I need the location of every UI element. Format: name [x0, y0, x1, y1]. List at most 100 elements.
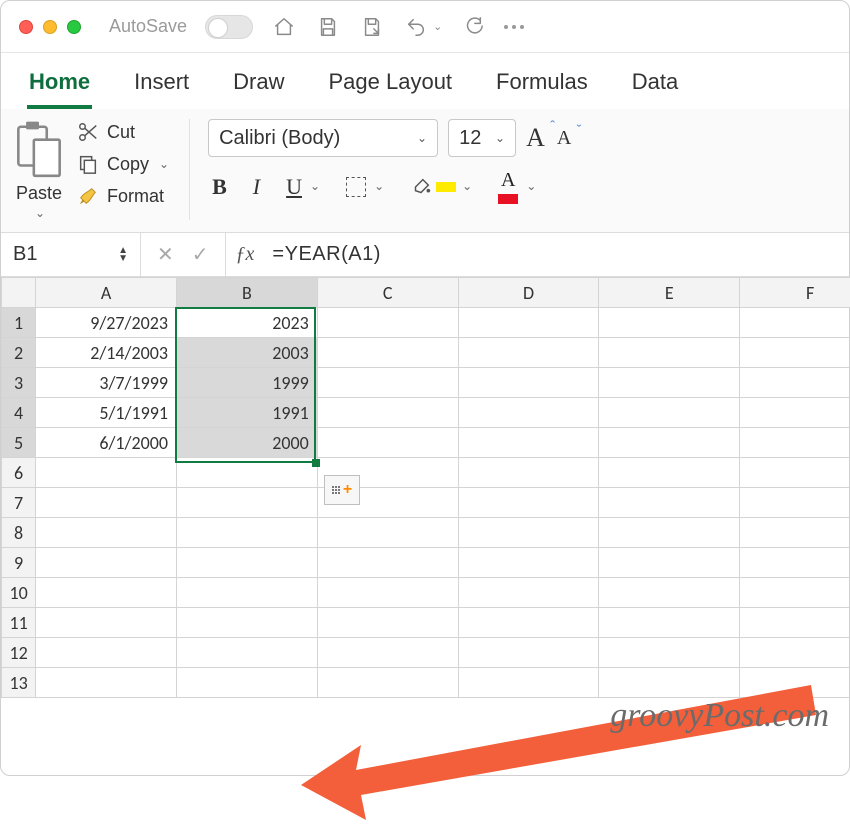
tab-home[interactable]: Home [27, 63, 92, 109]
more-commands-icon[interactable] [504, 25, 524, 29]
row-header[interactable]: 12 [2, 638, 36, 668]
decrease-font-button[interactable]: A [557, 127, 571, 150]
cell[interactable]: 2/14/2003 [36, 338, 177, 368]
cell[interactable] [36, 488, 177, 518]
home-icon[interactable] [271, 14, 297, 40]
cell[interactable] [176, 608, 317, 638]
cell[interactable]: 1999 [176, 368, 317, 398]
row-header[interactable]: 1 [2, 308, 36, 338]
cell[interactable] [458, 308, 599, 338]
cell[interactable]: 2003 [176, 338, 317, 368]
row-header[interactable]: 9 [2, 548, 36, 578]
cell[interactable] [599, 518, 740, 548]
row-header[interactable]: 8 [2, 518, 36, 548]
cell[interactable] [740, 578, 850, 608]
cell[interactable] [599, 578, 740, 608]
cell[interactable] [740, 518, 850, 548]
tab-data[interactable]: Data [630, 63, 680, 109]
cell[interactable] [317, 308, 458, 338]
fx-label[interactable]: ƒx [226, 233, 265, 276]
cell[interactable] [599, 668, 740, 698]
cell[interactable] [317, 638, 458, 668]
cell[interactable]: 3/7/1999 [36, 368, 177, 398]
cell[interactable] [176, 548, 317, 578]
format-painter-button[interactable]: Format [73, 183, 173, 209]
cell[interactable]: 5/1/1991 [36, 398, 177, 428]
cell[interactable] [176, 458, 317, 488]
cell[interactable] [740, 638, 850, 668]
row-header[interactable]: 10 [2, 578, 36, 608]
bold-button[interactable]: B [208, 172, 231, 202]
col-header-E[interactable]: E [599, 278, 740, 308]
autosave-toggle[interactable] [205, 15, 253, 39]
cell[interactable] [458, 398, 599, 428]
cell[interactable]: 9/27/2023 [36, 308, 177, 338]
cut-button[interactable]: Cut [73, 119, 173, 145]
cell[interactable] [599, 608, 740, 638]
row-header[interactable]: 13 [2, 668, 36, 698]
row-header[interactable]: 7 [2, 488, 36, 518]
copy-chevron-icon[interactable]: ⌄ [159, 157, 169, 171]
font-color-button[interactable]: A ⌄ [494, 167, 540, 206]
undo-chevron-icon[interactable]: ⌄ [433, 20, 442, 33]
cell[interactable] [317, 338, 458, 368]
tab-draw[interactable]: Draw [231, 63, 286, 109]
cell[interactable] [176, 668, 317, 698]
tab-formulas[interactable]: Formulas [494, 63, 590, 109]
cell[interactable] [458, 608, 599, 638]
autofill-options-button[interactable]: + [324, 475, 360, 505]
cell[interactable] [458, 428, 599, 458]
cell[interactable] [740, 308, 850, 338]
font-family-dropdown[interactable]: Calibri (Body) ⌄ [208, 119, 438, 157]
cell[interactable]: 1991 [176, 398, 317, 428]
cancel-formula-icon[interactable]: ✕ [157, 242, 174, 267]
cell[interactable] [458, 668, 599, 698]
italic-button[interactable]: I [249, 172, 264, 202]
cell[interactable] [599, 428, 740, 458]
cell[interactable]: 2023 [176, 308, 317, 338]
spreadsheet-grid[interactable]: A B C D E F 1 9/27/2023 2023 2 2/14/2003… [1, 277, 849, 698]
cell[interactable] [599, 338, 740, 368]
row-header[interactable]: 5 [2, 428, 36, 458]
formula-input[interactable]: =YEAR(A1) [264, 233, 849, 276]
cell[interactable] [176, 518, 317, 548]
cell[interactable] [317, 518, 458, 548]
fill-color-button[interactable]: ⌄ [406, 174, 476, 200]
fill-handle[interactable] [312, 459, 320, 467]
cell[interactable] [317, 608, 458, 638]
cell[interactable] [176, 578, 317, 608]
cell[interactable] [740, 458, 850, 488]
minimize-window-button[interactable] [43, 20, 57, 34]
cell[interactable] [36, 458, 177, 488]
cell[interactable]: 2000 [176, 428, 317, 458]
name-box-stepper[interactable]: ▲▼ [118, 247, 128, 263]
cell[interactable] [740, 338, 850, 368]
row-header[interactable]: 4 [2, 398, 36, 428]
cell[interactable]: 6/1/2000 [36, 428, 177, 458]
cell[interactable] [599, 548, 740, 578]
col-header-C[interactable]: C [317, 278, 458, 308]
tab-page-layout[interactable]: Page Layout [327, 63, 455, 109]
cell[interactable] [740, 608, 850, 638]
row-header[interactable]: 2 [2, 338, 36, 368]
row-header[interactable]: 11 [2, 608, 36, 638]
cell[interactable] [36, 668, 177, 698]
cell[interactable] [458, 368, 599, 398]
cell[interactable] [36, 578, 177, 608]
cell[interactable] [36, 638, 177, 668]
cell[interactable] [740, 488, 850, 518]
accept-formula-icon[interactable]: ✓ [192, 242, 209, 267]
cell[interactable] [317, 428, 458, 458]
cell[interactable] [176, 488, 317, 518]
increase-font-button[interactable]: A [526, 123, 545, 153]
col-header-F[interactable]: F [740, 278, 850, 308]
cell[interactable] [317, 368, 458, 398]
cell[interactable] [36, 608, 177, 638]
cell[interactable] [317, 668, 458, 698]
col-header-D[interactable]: D [458, 278, 599, 308]
row-header[interactable]: 6 [2, 458, 36, 488]
name-box[interactable]: B1 ▲▼ [1, 233, 141, 276]
cell[interactable] [458, 548, 599, 578]
save-icon[interactable] [315, 14, 341, 40]
close-window-button[interactable] [19, 20, 33, 34]
